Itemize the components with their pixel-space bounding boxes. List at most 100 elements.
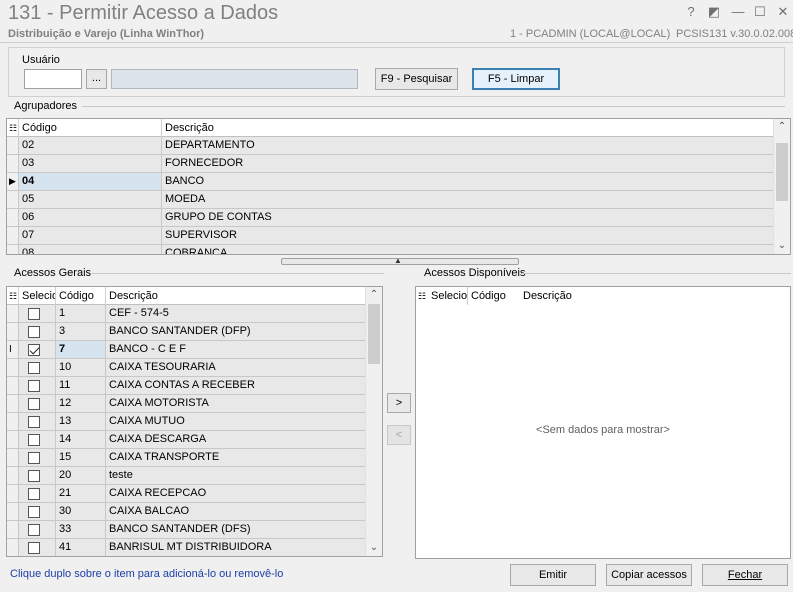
cell-code: 7 — [56, 341, 106, 359]
checkbox[interactable] — [28, 452, 40, 464]
scroll-down-icon[interactable]: ⌄ — [774, 238, 790, 254]
cell-select — [19, 377, 56, 395]
cell-description: BANCO SANTANDER (DFP) — [106, 323, 366, 341]
scroll-thumb[interactable] — [368, 304, 380, 364]
cell-code: 1 — [56, 305, 106, 323]
cell-select — [19, 305, 56, 323]
checkbox[interactable] — [28, 326, 40, 338]
row-indicator — [7, 209, 19, 227]
help-icon[interactable]: ? — [682, 4, 700, 20]
column-chooser-icon[interactable]: ☷ — [416, 287, 428, 305]
header-descricao[interactable]: Descrição — [520, 287, 720, 305]
cell-select — [19, 467, 56, 485]
scroll-down-icon[interactable]: ⌄ — [366, 540, 382, 556]
cell-select — [19, 521, 56, 539]
checkbox[interactable] — [28, 434, 40, 446]
cell-code: 41 — [56, 539, 106, 556]
hint-text: Clique duplo sobre o item para adicioná-… — [10, 568, 284, 580]
cell-select — [19, 323, 56, 341]
cell-description: BANCO SANTANDER (DFS) — [106, 521, 366, 539]
checkbox[interactable] — [28, 362, 40, 374]
row-indicator — [7, 245, 19, 254]
agrupadores-header: ☷ Código Descrição — [7, 119, 790, 137]
agrupadores-grid[interactable]: ☷ Código Descrição 02 DEPARTAMENTO 03 FO… — [6, 118, 791, 255]
row-indicator — [7, 413, 19, 431]
cell-description: CAIXA TESOURARIA — [106, 359, 366, 377]
checkbox-checked[interactable] — [28, 344, 40, 356]
agrupadores-scrollbar[interactable]: ⌃ ⌄ — [773, 119, 790, 254]
header-codigo[interactable]: Código — [468, 287, 520, 305]
cell-description: BANCO — [162, 173, 775, 191]
close-button[interactable]: Fechar — [702, 564, 788, 586]
header-descricao[interactable]: Descrição — [162, 119, 775, 137]
checkbox[interactable] — [28, 506, 40, 518]
cell-description: CAIXA BALCAO — [106, 503, 366, 521]
acessos-gerais-header: ☷ Selecio Código Descrição — [7, 287, 382, 305]
usuario-code-input[interactable] — [24, 69, 82, 89]
cell-description: CAIXA TRANSPORTE — [106, 449, 366, 467]
acessos-gerais-grid[interactable]: ☷ Selecio Código Descrição 1 CEF - 574-5 3… — [6, 286, 383, 557]
row-indicator — [7, 323, 19, 341]
checkbox[interactable] — [28, 398, 40, 410]
remove-access-button[interactable]: < — [387, 425, 411, 445]
cell-description: teste — [106, 467, 366, 485]
empty-grid-message: <Sem dados para mostrar> — [536, 424, 670, 436]
checkbox[interactable] — [28, 308, 40, 320]
checkbox[interactable] — [28, 542, 40, 554]
header-codigo[interactable]: Código — [19, 119, 162, 137]
header-selecionado[interactable]: Selecio — [19, 287, 56, 305]
scroll-up-icon[interactable]: ⌃ — [774, 119, 790, 135]
checkbox[interactable] — [28, 470, 40, 482]
minimize-icon[interactable]: — — [729, 4, 747, 20]
checkbox[interactable] — [28, 488, 40, 500]
checkbox[interactable] — [28, 524, 40, 536]
scroll-up-icon[interactable]: ⌃ — [366, 287, 382, 303]
window-subtitle: Distribuição e Varejo (Linha WinThor) — [8, 28, 205, 40]
cell-select — [19, 413, 56, 431]
cell-select — [19, 359, 56, 377]
row-indicator — [7, 155, 19, 173]
maximize-icon[interactable]: ☐ — [751, 4, 769, 20]
cell-code: 30 — [56, 503, 106, 521]
cell-description: CAIXA CONTAS A RECEBER — [106, 377, 366, 395]
cell-code: 03 — [19, 155, 162, 173]
scroll-thumb[interactable] — [776, 143, 788, 201]
header-descricao[interactable]: Descrição — [106, 287, 366, 305]
cell-code: 05 — [19, 191, 162, 209]
cell-code: 07 — [19, 227, 162, 245]
cell-description: CAIXA MUTUO — [106, 413, 366, 431]
agrupadores-group-line — [82, 106, 785, 107]
column-chooser-icon[interactable]: ☷ — [7, 287, 19, 305]
header-selecionado[interactable]: Selecion — [428, 287, 468, 305]
cell-code: 13 — [56, 413, 106, 431]
cell-code: 02 — [19, 137, 162, 155]
row-indicator — [7, 191, 19, 209]
cell-code: 20 — [56, 467, 106, 485]
cell-select — [19, 395, 56, 413]
cell-code: 06 — [19, 209, 162, 227]
clear-button[interactable]: F5 - Limpar — [472, 68, 560, 90]
restore-icon[interactable]: ◩ — [705, 4, 723, 20]
column-chooser-icon[interactable]: ☷ — [7, 119, 19, 137]
checkbox[interactable] — [28, 416, 40, 428]
cell-select — [19, 449, 56, 467]
cell-description: SUPERVISOR — [162, 227, 775, 245]
emit-button[interactable]: Emitir — [510, 564, 596, 586]
copy-access-button[interactable]: Copiar acessos — [606, 564, 692, 586]
search-button[interactable]: F9 - Pesquisar — [375, 68, 458, 90]
cell-code: 21 — [56, 485, 106, 503]
cell-code: 12 — [56, 395, 106, 413]
checkbox[interactable] — [28, 380, 40, 392]
collapse-up-icon[interactable]: ▲ — [394, 256, 402, 265]
add-access-button[interactable]: > — [387, 393, 411, 413]
acessos-gerais-group-line — [92, 273, 384, 274]
acessos-disponiveis-grid[interactable]: ☷ Selecion Código Descrição <Sem dados p… — [415, 286, 791, 559]
cell-code: 11 — [56, 377, 106, 395]
close-icon[interactable]: ✕ — [774, 4, 792, 20]
cell-select — [19, 485, 56, 503]
usuario-lookup-button[interactable]: ... — [86, 69, 107, 89]
cell-select — [19, 341, 56, 359]
acessos-gerais-scrollbar[interactable]: ⌃ ⌄ — [365, 287, 382, 556]
row-indicator — [7, 395, 19, 413]
header-codigo[interactable]: Código — [56, 287, 106, 305]
